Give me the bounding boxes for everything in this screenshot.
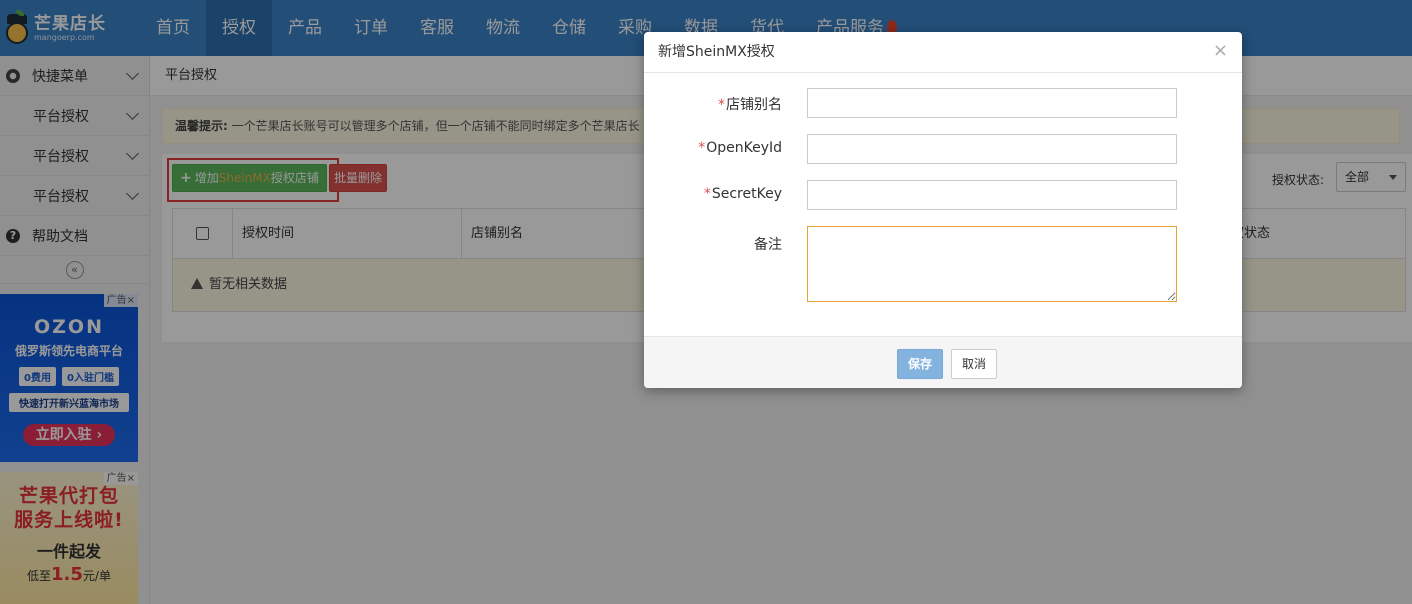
close-icon[interactable]: ×: [1213, 32, 1228, 70]
modal-header: 新增SheinMX授权 ×: [644, 32, 1242, 73]
modal-title: 新增SheinMX授权: [658, 44, 775, 60]
required-mark: *: [703, 186, 711, 202]
modal-footer: 保存 取消: [644, 336, 1242, 388]
store-alias-label: *店铺别名: [718, 94, 782, 114]
cancel-button[interactable]: 取消: [951, 349, 997, 379]
secretkey-input[interactable]: [807, 180, 1177, 210]
required-mark: *: [698, 140, 706, 156]
store-alias-input[interactable]: [807, 88, 1177, 118]
add-sheinmx-auth-modal: 新增SheinMX授权 × *店铺别名 *OpenKeyId *SecretKe…: [644, 32, 1242, 388]
secretkey-label: *SecretKey: [704, 186, 782, 202]
openkeyid-label-text: OpenKeyId: [706, 140, 782, 156]
store-alias-label-text: 店铺别名: [726, 97, 782, 113]
remark-label-text: 备注: [754, 237, 782, 253]
remark-label: 备注: [754, 234, 782, 254]
openkeyid-label: *OpenKeyId: [698, 140, 782, 156]
secretkey-label-text: SecretKey: [711, 186, 782, 202]
openkeyid-input[interactable]: [807, 134, 1177, 164]
required-mark: *: [718, 97, 725, 113]
save-button[interactable]: 保存: [897, 349, 943, 379]
remark-textarea[interactable]: [807, 226, 1177, 302]
